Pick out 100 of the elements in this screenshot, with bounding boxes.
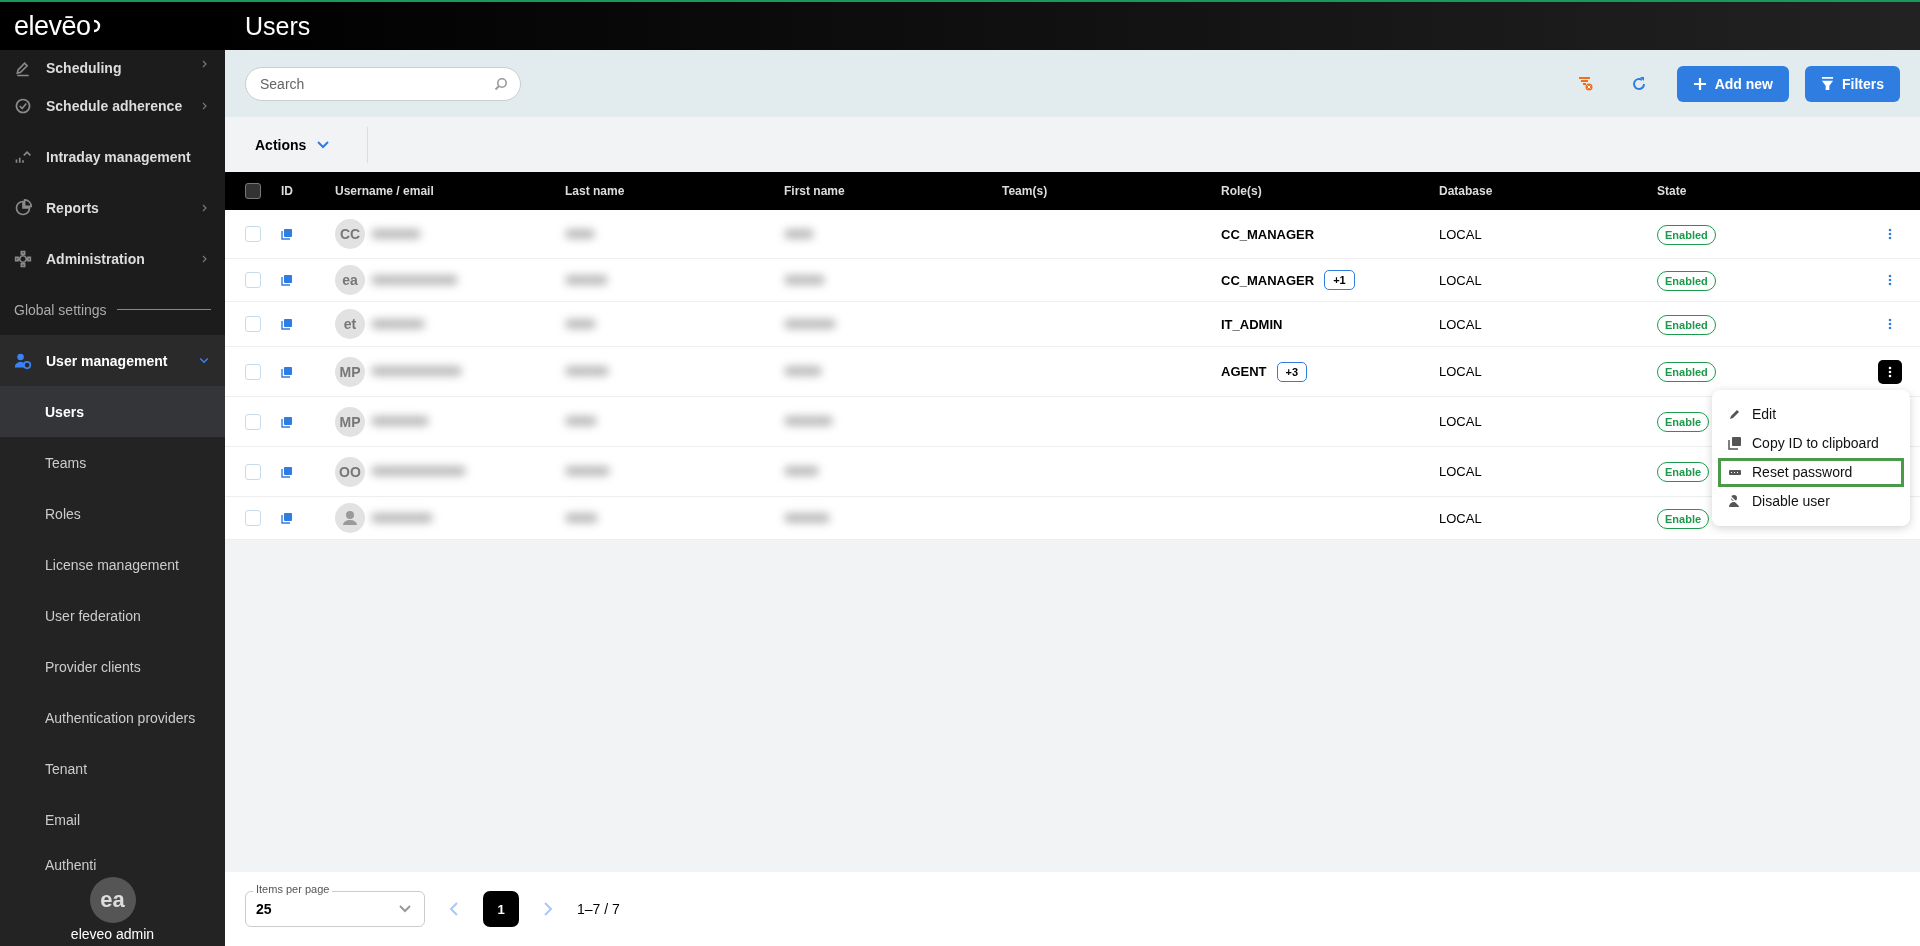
database-value: LOCAL xyxy=(1439,364,1482,379)
menu-item[interactable]: Reset password xyxy=(1718,457,1904,487)
column-header: Last name xyxy=(565,184,626,198)
database-value: LOCAL xyxy=(1439,414,1482,429)
section-heading: Global settings xyxy=(14,301,107,318)
blurred-text xyxy=(784,512,830,523)
nav-subitem[interactable]: Tenant xyxy=(0,743,225,794)
column-header: Database xyxy=(1439,184,1494,198)
actions-dropdown[interactable]: Actions xyxy=(255,136,331,153)
nav-subitem[interactable]: License management xyxy=(0,539,225,590)
nav-item[interactable]: Schedule adherence xyxy=(0,80,225,131)
next-page-icon[interactable] xyxy=(543,902,553,916)
nav-icon xyxy=(14,96,32,115)
row-checkbox[interactable] xyxy=(245,272,261,288)
copy-icon[interactable] xyxy=(281,228,293,240)
more-roles-badge[interactable]: +3 xyxy=(1276,361,1308,382)
person-avatar-icon xyxy=(335,503,365,533)
copy-icon[interactable] xyxy=(281,365,293,378)
column-header: Username / email xyxy=(335,184,435,198)
nav-item[interactable]: Administration xyxy=(0,233,225,284)
copy-icon xyxy=(1728,436,1742,450)
role-name: CC_MANAGER xyxy=(1221,226,1315,242)
user-initials: ea xyxy=(335,265,365,295)
nav-subitem[interactable]: Teams xyxy=(0,437,225,488)
more-options-icon[interactable] xyxy=(1878,359,1902,384)
role-name: CC_MANAGER xyxy=(1221,272,1315,288)
caret-icon xyxy=(316,139,331,150)
nav-group[interactable]: User management xyxy=(0,335,225,386)
menu-item[interactable]: Disable user xyxy=(1718,486,1904,516)
caret-icon xyxy=(398,904,412,914)
blurred-text xyxy=(784,366,822,376)
nav-icon xyxy=(14,249,32,268)
previous-page-icon[interactable] xyxy=(449,902,459,916)
database-value: LOCAL xyxy=(1439,272,1482,288)
pencil-icon xyxy=(1728,407,1742,421)
role-name: AGENT xyxy=(1221,364,1267,379)
nav-subitem[interactable]: User federation xyxy=(0,590,225,641)
column-header: State xyxy=(1657,184,1688,198)
row-checkbox[interactable] xyxy=(245,316,261,332)
column-header: ID xyxy=(281,184,294,198)
user-initials: OO xyxy=(335,456,365,487)
page-range: 1–7 / 7 xyxy=(577,901,620,917)
row-checkbox[interactable] xyxy=(245,226,261,242)
column-header: Team(s) xyxy=(1002,184,1049,198)
user-initials: CC xyxy=(335,219,365,249)
row-checkbox[interactable] xyxy=(245,463,261,480)
menu-item[interactable]: Copy ID to clipboard xyxy=(1718,428,1904,458)
blurred-text xyxy=(565,366,609,376)
nav-subitem[interactable]: Provider clients xyxy=(0,641,225,692)
nav-item[interactable]: Intraday management xyxy=(0,131,225,182)
row-checkbox[interactable] xyxy=(245,363,261,380)
logo: elevēo xyxy=(14,10,91,42)
blurred-text xyxy=(371,512,433,523)
nav-subitem[interactable]: Authentication providers xyxy=(0,692,225,743)
nav-subitem[interactable]: Users xyxy=(0,386,225,437)
blurred-text xyxy=(565,512,598,523)
menu-item[interactable]: Edit xyxy=(1718,399,1904,429)
nav-subitem[interactable]: Roles xyxy=(0,488,225,539)
row-checkbox[interactable] xyxy=(245,413,261,430)
search-field[interactable]: Search xyxy=(245,66,521,101)
nav-subitem[interactable]: Email xyxy=(0,794,225,845)
user-initials: MP xyxy=(335,406,365,437)
database-value: LOCAL xyxy=(1439,464,1482,479)
column-header: First name xyxy=(784,184,846,198)
blurred-text xyxy=(565,466,610,476)
user-initials: MP xyxy=(335,356,365,387)
row-checkbox[interactable] xyxy=(245,510,261,526)
user-name: eleveo admin xyxy=(70,926,155,942)
search-input[interactable]: Search xyxy=(258,74,494,93)
user-initials: et xyxy=(335,309,365,339)
select-all-checkbox[interactable] xyxy=(245,183,261,199)
database-value: LOCAL xyxy=(1439,316,1482,332)
page-button[interactable]: 1 xyxy=(483,891,519,927)
blurred-text xyxy=(784,228,814,239)
users-gear-icon xyxy=(14,351,32,370)
copy-icon[interactable] xyxy=(281,415,293,428)
blurred-text xyxy=(371,318,425,329)
copy-icon[interactable] xyxy=(281,274,293,286)
blurred-text xyxy=(565,274,608,285)
page-title: Users xyxy=(245,11,311,41)
role-name: IT_ADMIN xyxy=(1221,316,1283,332)
filter-icon xyxy=(1821,77,1834,90)
nav-item[interactable]: Reports xyxy=(0,182,225,233)
user-avatar[interactable]: ea xyxy=(89,877,136,923)
nav-item[interactable]: Scheduling xyxy=(0,50,225,80)
copy-icon[interactable] xyxy=(281,465,293,478)
user-off-icon xyxy=(1728,494,1742,508)
search-icon xyxy=(494,76,508,91)
more-roles-badge[interactable]: +1 xyxy=(1324,270,1355,290)
nav-subitem[interactable]: Authenti xyxy=(0,845,225,873)
blurred-text xyxy=(565,228,595,239)
filters-button[interactable]: Filters xyxy=(1805,65,1900,102)
blurred-text xyxy=(565,318,596,329)
copy-icon[interactable] xyxy=(281,318,293,330)
blurred-text xyxy=(784,274,825,285)
blurred-text xyxy=(784,318,836,329)
database-value: LOCAL xyxy=(1439,510,1482,526)
blurred-text xyxy=(371,228,421,239)
add-new-button[interactable]: Add new xyxy=(1676,65,1789,102)
copy-icon[interactable] xyxy=(281,512,293,524)
